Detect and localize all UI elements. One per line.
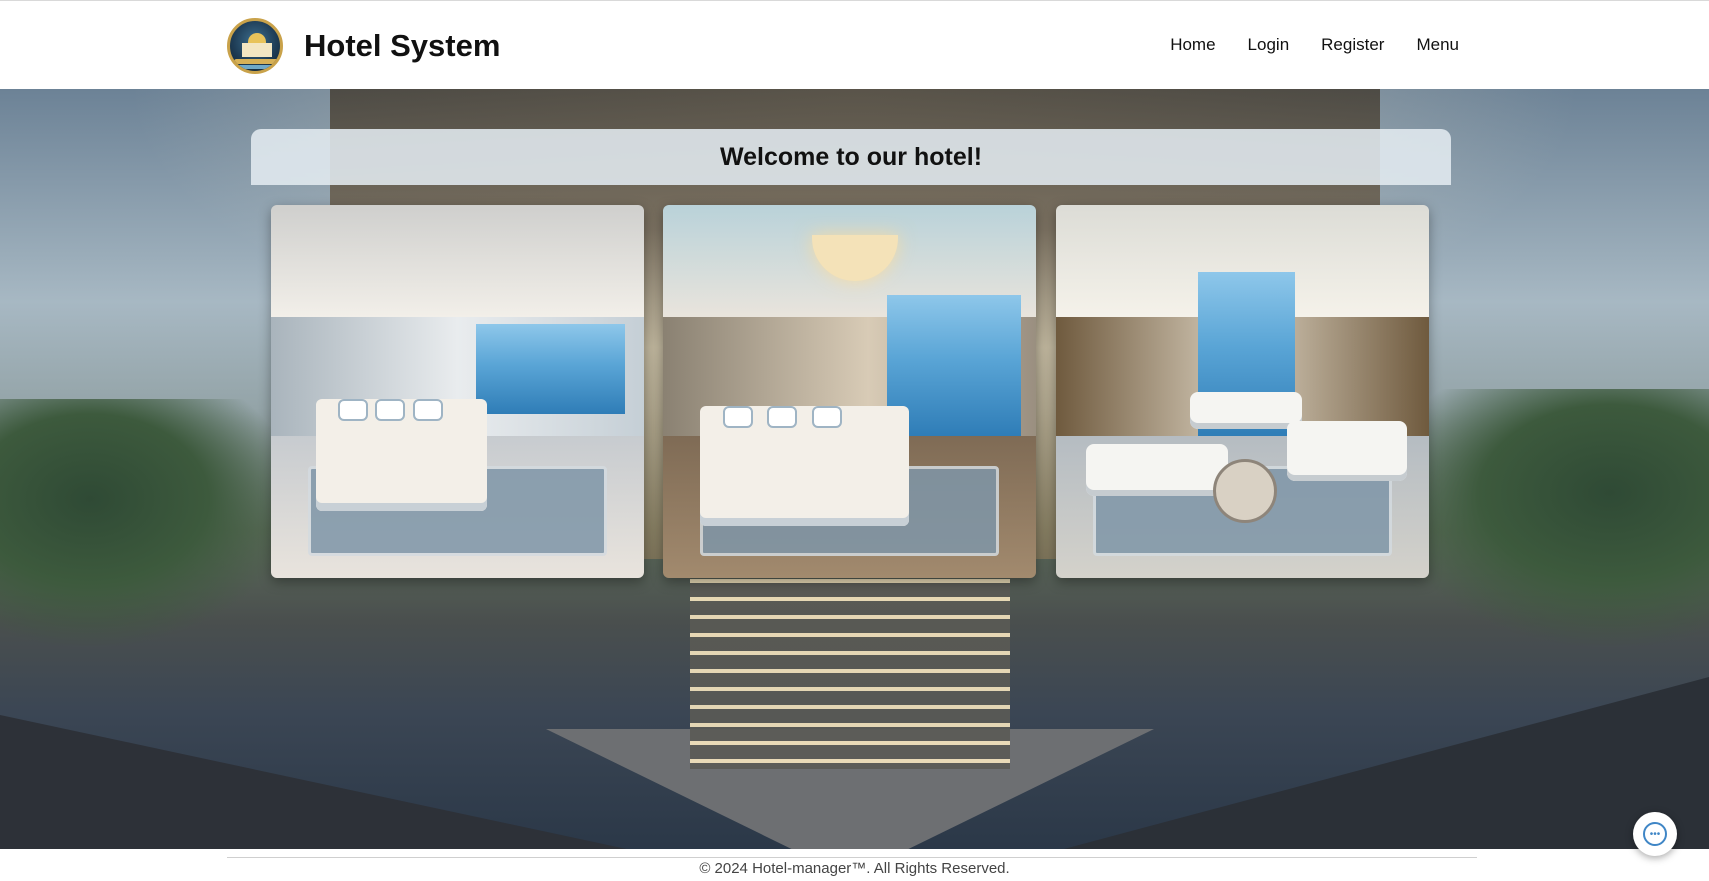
photo-ceiling (271, 205, 644, 317)
photo-sofa (1085, 443, 1228, 496)
photo-pillow (375, 398, 406, 421)
brand[interactable]: Hotel System (227, 18, 500, 74)
nav-link-home[interactable]: Home (1170, 35, 1215, 55)
welcome-panel: Welcome to our hotel! (251, 129, 1451, 185)
logo-wave-shape (234, 59, 280, 64)
footer-copyright: © 2024 Hotel-manager™. All Rights Reserv… (699, 860, 1010, 877)
nav-link-register[interactable]: Register (1321, 35, 1384, 55)
top-navbar: Hotel System Home Login Register Menu (0, 0, 1709, 89)
suite-bedroom-photo[interactable] (663, 205, 1036, 578)
photo-window (476, 324, 626, 414)
welcome-heading: Welcome to our hotel! (719, 142, 983, 171)
logo-sun-shape (248, 33, 266, 43)
photo-pillow (412, 398, 443, 421)
hero-entrance-stairs (690, 579, 1010, 769)
logo-wave-shape (238, 65, 276, 69)
nav-link-menu[interactable]: Menu (1416, 35, 1459, 55)
hotel-logo-icon[interactable] (227, 18, 283, 74)
bedroom-sea-view-photo[interactable] (271, 205, 644, 578)
chat-widget-button[interactable]: ••• (1633, 812, 1677, 856)
hero-palms-left (0, 399, 300, 649)
photo-sofa (1287, 421, 1407, 481)
chat-bubble-dots: ••• (1649, 828, 1661, 840)
logo-building-shape (242, 43, 272, 57)
site-title[interactable]: Hotel System (304, 28, 500, 64)
photo-sofa (1190, 391, 1303, 429)
photo-pillow (338, 398, 369, 421)
footer-divider (227, 857, 1477, 858)
chat-bubble-icon: ••• (1643, 822, 1667, 846)
lobby-lounge-photo[interactable] (1056, 205, 1429, 578)
photo-coffee-table (1212, 458, 1277, 523)
photo-pillow (767, 406, 798, 429)
nav-link-login[interactable]: Login (1248, 35, 1290, 55)
room-gallery (271, 205, 1431, 578)
photo-pillow (812, 406, 843, 429)
main-nav: Home Login Register Menu (1170, 35, 1459, 55)
photo-pillow (722, 406, 753, 429)
